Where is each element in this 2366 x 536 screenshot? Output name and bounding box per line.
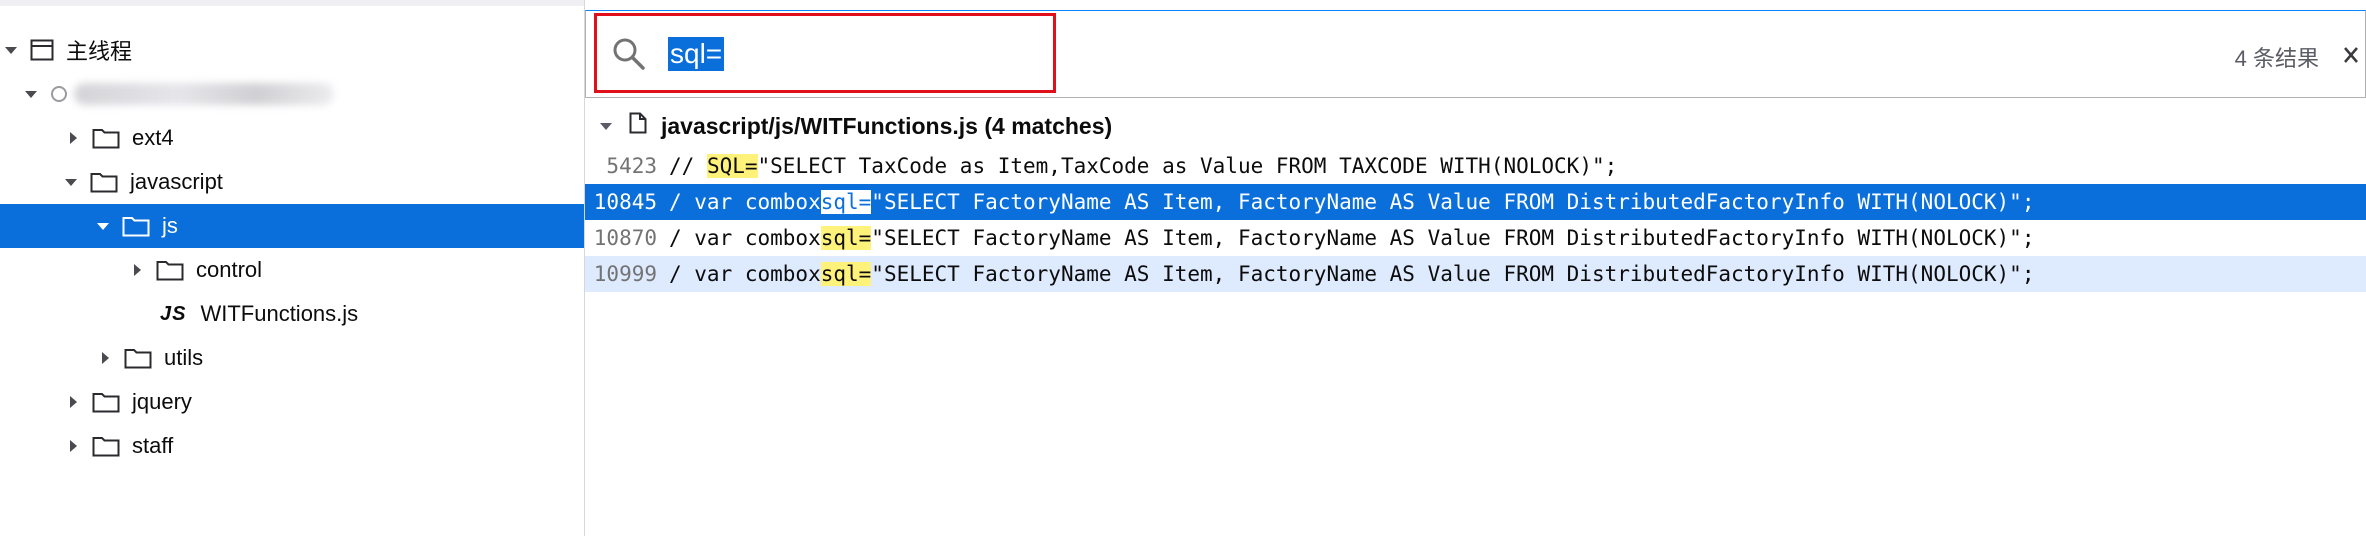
result-prefix: / var combox: [669, 190, 821, 214]
match-highlight: SQL=: [706, 154, 758, 178]
result-prefix: / var combox: [669, 226, 821, 250]
globe-icon: [50, 85, 68, 103]
chevron-right-icon[interactable]: [128, 261, 146, 279]
chevron-down-icon[interactable]: [597, 117, 615, 135]
result-prefix: / var combox: [669, 262, 821, 286]
tree-node-label: staff: [132, 433, 174, 458]
result-file-header[interactable]: javascript/js/WITFunctions.js (4 matches…: [585, 106, 2366, 146]
folder-icon: [156, 259, 184, 281]
chevron-down-icon[interactable]: [62, 173, 80, 191]
close-icon[interactable]: [2341, 45, 2361, 70]
tree-node-label: utils: [164, 345, 204, 370]
tree-node-label: control: [196, 257, 263, 282]
annotation-highlight-box: [594, 13, 1056, 93]
result-suffix: "SELECT FactoryName AS Item, FactoryName…: [871, 190, 2035, 214]
match-highlight: sql=: [820, 190, 872, 214]
tree-node-label: WITFunctions.js: [200, 301, 359, 326]
blurred-domain-name: [74, 83, 334, 105]
result-suffix: "SELECT FactoryName AS Item, FactoryName…: [871, 262, 2035, 286]
tree-node-witfunctions-js[interactable]: JS WITFunctions.js: [0, 292, 584, 336]
tree-node-label: jquery: [132, 389, 192, 414]
match-highlight: sql=: [820, 226, 872, 250]
search-result-row-selected[interactable]: 10845 / var combox sql= "SELECT FactoryNam…: [585, 184, 2366, 220]
folder-icon: [92, 391, 120, 413]
tree-node-domain[interactable]: [0, 72, 584, 116]
folder-icon: [92, 435, 120, 457]
chevron-down-icon[interactable]: [94, 217, 112, 235]
window-icon: [30, 39, 54, 61]
folder-icon: [90, 171, 118, 193]
search-result-row[interactable]: 10870 / var combox sql= "SELECT FactoryNam…: [585, 220, 2366, 256]
chevron-right-icon[interactable]: [64, 129, 82, 147]
line-number: 10845: [593, 190, 657, 214]
chevron-right-icon[interactable]: [64, 437, 82, 455]
search-bar: sql= 4 条结果: [585, 10, 2366, 98]
folder-icon: [92, 127, 120, 149]
chevron-right-icon[interactable]: [64, 393, 82, 411]
search-panel: sql= 4 条结果 javascript/js/WITFunctions.js…: [585, 0, 2366, 536]
tree-node-utils[interactable]: utils: [0, 336, 584, 380]
line-number: 10999: [593, 262, 657, 286]
tree-node-label: 主线程: [66, 39, 133, 64]
file-icon: [629, 112, 647, 140]
line-number: 10870: [593, 226, 657, 250]
result-prefix: //: [669, 154, 707, 178]
panel-top-edge: [0, 0, 584, 6]
result-file-name: javascript/js/WITFunctions.js (4 matches…: [661, 112, 1113, 139]
match-highlight: sql=: [820, 262, 872, 286]
tree-node-control[interactable]: control: [0, 248, 584, 292]
chevron-down-icon[interactable]: [2, 41, 20, 59]
search-result-row-hovered[interactable]: 10999 / var combox sql= "SELECT FactoryNam…: [585, 256, 2366, 292]
js-file-icon: JS: [160, 302, 187, 325]
folder-icon: [124, 347, 152, 369]
sources-tree-panel: 主线程 ext4 javascript js control JS WITFun…: [0, 0, 585, 536]
tree-node-label: javascript: [130, 169, 223, 194]
tree-node-label: ext4: [132, 125, 174, 150]
line-number: 5423: [606, 154, 657, 178]
result-suffix: "SELECT FactoryName AS Item, FactoryName…: [871, 226, 2035, 250]
result-suffix: "SELECT TaxCode as Item,TaxCode as Value…: [757, 154, 1618, 178]
chevron-right-icon[interactable]: [96, 349, 114, 367]
tree-node-jquery[interactable]: jquery: [0, 380, 584, 424]
tree-node-label: js: [162, 213, 178, 238]
tree-node-main-thread[interactable]: 主线程: [0, 28, 584, 72]
chevron-down-icon[interactable]: [22, 85, 40, 103]
result-count: 4 条结果: [2234, 46, 2319, 71]
folder-icon: [122, 215, 150, 237]
search-result-row[interactable]: 5423 // SQL= "SELECT TaxCode as Item,TaxC…: [585, 148, 2366, 184]
tree-node-ext4[interactable]: ext4: [0, 116, 584, 160]
tree-node-staff[interactable]: staff: [0, 424, 584, 468]
tree-node-javascript[interactable]: javascript: [0, 160, 584, 204]
tree-node-js[interactable]: js: [0, 204, 584, 248]
